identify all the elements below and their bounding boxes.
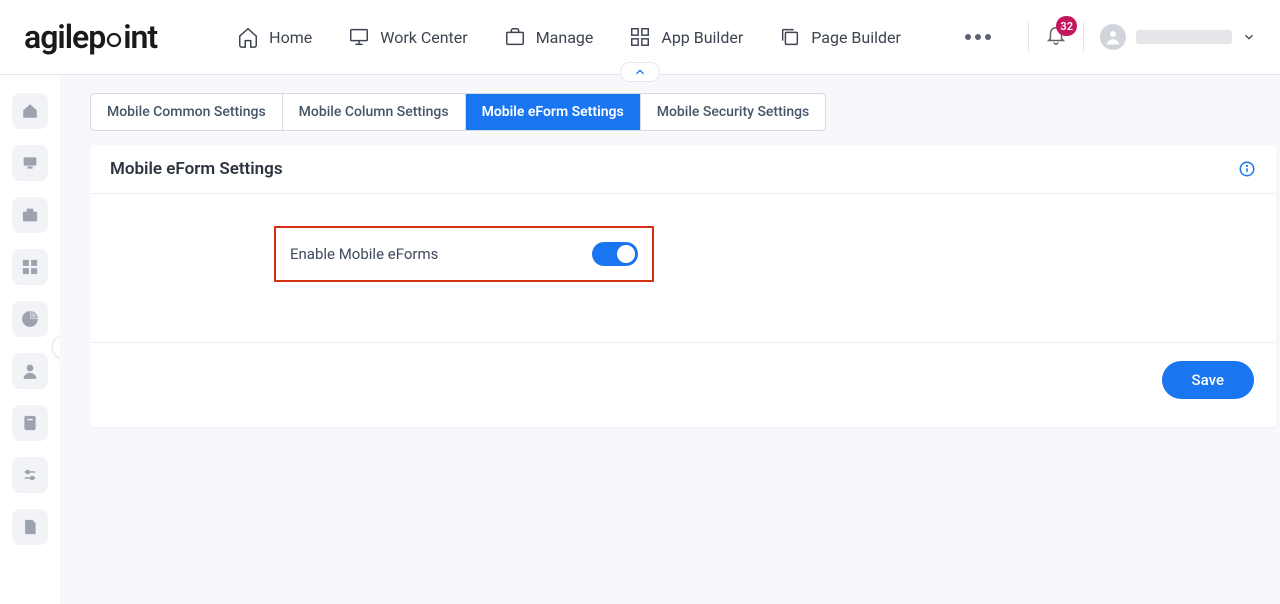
user-icon: [21, 362, 39, 380]
logo: agilepint: [24, 18, 157, 56]
notification-badge: 32: [1056, 16, 1077, 36]
nav-label: App Builder: [661, 28, 743, 47]
monitor-icon: [348, 26, 370, 48]
home-icon: [237, 26, 259, 48]
collapse-topnav-button[interactable]: [620, 62, 660, 82]
panel-header: Mobile eForm Settings: [90, 145, 1276, 194]
top-nav: agilepint Home Work Center Manage App Bu…: [0, 0, 1280, 75]
nav-label: Home: [269, 28, 312, 47]
user-menu[interactable]: [1100, 24, 1256, 50]
document-icon: [21, 518, 39, 536]
sidebar-briefcase[interactable]: [12, 197, 48, 233]
sidebar-document[interactable]: [12, 509, 48, 545]
sidebar-user[interactable]: [12, 353, 48, 389]
sidebar-grid[interactable]: [12, 249, 48, 285]
sidebar-monitor[interactable]: [12, 145, 48, 181]
pie-chart-icon: [21, 310, 39, 328]
calculator-icon: [21, 414, 39, 432]
info-icon[interactable]: [1238, 160, 1256, 178]
switch-knob: [617, 245, 635, 263]
briefcase-icon: [504, 26, 526, 48]
monitor-icon: [21, 154, 39, 172]
divider: [1028, 22, 1029, 52]
toggle-label: Enable Mobile eForms: [290, 245, 438, 263]
topnav-right: 32: [1028, 22, 1256, 52]
nav-label: Manage: [536, 28, 594, 47]
briefcase-icon: [21, 206, 39, 224]
nav-app-builder[interactable]: App Builder: [629, 26, 743, 48]
tab-mobile-security[interactable]: Mobile Security Settings: [641, 94, 826, 130]
sliders-icon: [21, 466, 39, 484]
sidebar-sliders[interactable]: [12, 457, 48, 493]
chevron-up-icon: [633, 65, 647, 79]
username: [1136, 30, 1232, 44]
nav-manage[interactable]: Manage: [504, 26, 594, 48]
sidebar: [0, 75, 60, 604]
grid-icon: [21, 258, 39, 276]
sidebar-calculator[interactable]: [12, 405, 48, 441]
nav-label: Work Center: [380, 28, 467, 47]
more-menu[interactable]: [965, 34, 991, 40]
home-icon: [21, 102, 39, 120]
main-area: Mobile Common Settings Mobile Column Set…: [60, 75, 1280, 604]
tab-mobile-column[interactable]: Mobile Column Settings: [283, 94, 466, 130]
divider: [1083, 22, 1084, 52]
nav-page-builder[interactable]: Page Builder: [779, 26, 901, 48]
panel-title: Mobile eForm Settings: [110, 159, 283, 179]
nav-items: Home Work Center Manage App Builder Page…: [237, 26, 991, 48]
copy-icon: [779, 26, 801, 48]
nav-work-center[interactable]: Work Center: [348, 26, 467, 48]
tabs: Mobile Common Settings Mobile Column Set…: [90, 93, 826, 131]
layout: Mobile Common Settings Mobile Column Set…: [0, 75, 1280, 604]
tab-mobile-eform[interactable]: Mobile eForm Settings: [466, 94, 641, 130]
nav-label: Page Builder: [811, 28, 901, 47]
enable-mobile-eforms-toggle[interactable]: [592, 242, 638, 266]
sidebar-home[interactable]: [12, 93, 48, 129]
save-button[interactable]: Save: [1162, 361, 1254, 399]
tab-mobile-common[interactable]: Mobile Common Settings: [91, 94, 283, 130]
enable-mobile-eforms-row: Enable Mobile eForms: [274, 226, 654, 282]
settings-panel: Mobile eForm Settings Enable Mobile eFor…: [90, 145, 1276, 427]
chevron-down-icon: [1242, 30, 1256, 44]
panel-body: Enable Mobile eForms: [90, 194, 1276, 342]
avatar: [1100, 24, 1126, 50]
notifications-button[interactable]: 32: [1045, 24, 1067, 50]
sidebar-chart[interactable]: [12, 301, 48, 337]
panel-footer: Save: [90, 342, 1276, 427]
nav-home[interactable]: Home: [237, 26, 312, 48]
grid-icon: [629, 26, 651, 48]
